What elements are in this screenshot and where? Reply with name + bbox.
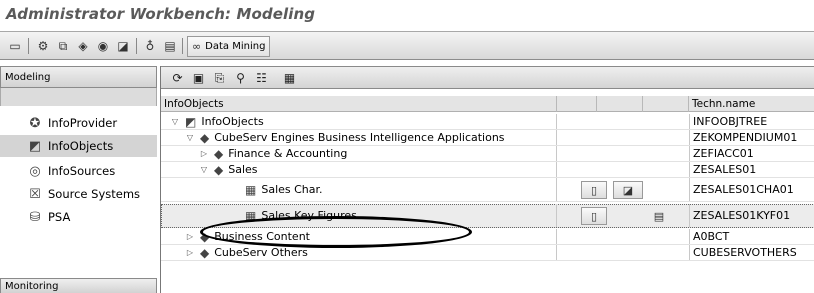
- tree-row[interactable]: ▷ ◆ Finance & Accounting ZEFIACC01: [161, 146, 814, 162]
- column-header-empty: [643, 96, 689, 112]
- left-navigation-panel: Modeling ✪ InfoProvider ◩ InfoObjects ◎ …: [0, 66, 157, 293]
- display-icon[interactable]: ▣: [190, 70, 207, 86]
- info-button[interactable]: ▯: [581, 181, 607, 199]
- expand-down-icon[interactable]: ▽: [169, 117, 181, 126]
- transport-icon[interactable]: ⚙: [34, 37, 52, 55]
- nav-item-label: InfoSources: [48, 164, 116, 178]
- info-button[interactable]: ▯: [581, 207, 607, 225]
- nav-item-psa[interactable]: ⛁ PSA: [0, 206, 157, 228]
- tree-toolbar: ⟳ ▣ ⎘ ⚲ ☷ ▦: [161, 66, 814, 89]
- row-label: InfoObjects: [201, 115, 264, 128]
- data-mining-label: Data Mining: [205, 41, 266, 52]
- nav-item-infosources[interactable]: ◎ InfoSources: [0, 160, 157, 182]
- nav-item-label: Source Systems: [48, 187, 141, 201]
- row-label: CubeServ Engines Business Intelligence A…: [214, 131, 505, 144]
- column-header-empty: [557, 96, 597, 112]
- grid-header: InfoObjects Techn.name: [161, 96, 814, 112]
- row-label: Sales: [228, 163, 258, 176]
- nav-item-infoobjects[interactable]: ◩ InfoObjects: [0, 135, 157, 157]
- modeling-header[interactable]: Modeling: [0, 66, 157, 88]
- column-header-infoobjects[interactable]: InfoObjects: [161, 96, 557, 112]
- expand-right-icon[interactable]: ▷: [184, 232, 196, 241]
- tree-row[interactable]: ▷ ◆ CubeServ Others CUBESERVOTHERS: [161, 245, 814, 261]
- row-techname: INFOOBJTREE: [689, 114, 814, 129]
- nav-item-infoprovider[interactable]: ✪ InfoProvider: [0, 112, 157, 134]
- infoobject-icon[interactable]: ◪: [114, 37, 132, 55]
- row-techname: A0BCT: [689, 229, 814, 244]
- nav-item-source-systems[interactable]: ☒ Source Systems: [0, 183, 157, 205]
- sort-icon[interactable]: ⎘: [211, 70, 228, 86]
- row-label: Sales Char.: [261, 183, 323, 196]
- keyfigure-icon[interactable]: ▤: [645, 207, 673, 225]
- row-techname: ZESALES01CHA01: [689, 178, 814, 201]
- catalog-icon: ◆: [214, 162, 224, 177]
- row-label: Finance & Accounting: [228, 147, 348, 160]
- infoprovider-icon: ✪: [29, 115, 41, 131]
- column-header-techname[interactable]: Techn.name: [689, 96, 814, 112]
- tree-row[interactable]: ▽ ◆ CubeServ Engines Business Intelligen…: [161, 130, 814, 146]
- tree-panel: ⟳ ▣ ⎘ ⚲ ☷ ▦ InfoObjects Techn.name ▽ ◩ I…: [160, 66, 814, 293]
- data-mining-icon: ∞: [192, 40, 202, 53]
- infoset-icon[interactable]: ⧉: [54, 37, 72, 55]
- nav-item-label: PSA: [48, 210, 71, 224]
- row-techname: ZESALES01KYF01: [689, 204, 814, 227]
- infosources-icon: ◎: [29, 163, 41, 179]
- left-subheader: [0, 88, 157, 106]
- row-label: CubeServ Others: [214, 246, 308, 259]
- catalog-icon: ◆: [200, 130, 210, 145]
- highlight-ellipse: [200, 216, 472, 248]
- expand-down-icon[interactable]: ▽: [184, 133, 196, 142]
- layout-icon[interactable]: ☷: [253, 70, 270, 86]
- infoobject-icon[interactable]: ◪: [613, 181, 643, 199]
- main-toolbar: ▭ ⚙ ⧉ ◈ ◉ ◪ ♁ ▤ ∞ Data Mining: [0, 31, 814, 60]
- nav-item-label: InfoProvider: [48, 116, 118, 130]
- row-techname: ZESALES01: [689, 162, 814, 177]
- toolbar-separator: [28, 38, 29, 54]
- infoobjects-icon: ◩: [28, 138, 42, 154]
- expand-down-icon[interactable]: ▽: [198, 165, 210, 174]
- monitoring-footer[interactable]: Monitoring: [0, 278, 157, 293]
- expand-right-icon[interactable]: ▷: [184, 248, 196, 257]
- title-bar: Administrator Workbench: Modeling: [0, 0, 814, 28]
- hierarchy-icon[interactable]: ♁: [141, 37, 159, 55]
- tree-row[interactable]: ▽ ◆ Sales ZESALES01: [161, 162, 814, 178]
- catalog-icon: ◆: [200, 245, 210, 260]
- column-header-empty: [597, 96, 643, 112]
- catalog-icon: ◆: [214, 146, 224, 161]
- data-mining-button[interactable]: ∞ Data Mining: [187, 36, 271, 57]
- refresh-icon[interactable]: ⟳: [169, 70, 186, 86]
- psa-icon: ⛁: [29, 209, 41, 225]
- tree-row[interactable]: ▦ Sales Char. ▯ ◪ ZESALES01CHA01: [161, 178, 814, 202]
- row-techname: ZEFIACC01: [689, 146, 814, 161]
- toolbar-separator: [136, 38, 137, 54]
- document-icon[interactable]: ▤: [161, 37, 179, 55]
- row-techname: ZEKOMPENDIUM01: [689, 130, 814, 145]
- row-techname: CUBESERVOTHERS: [689, 245, 814, 260]
- source-systems-icon: ☒: [29, 186, 41, 202]
- characteristic-catalog-icon: ▦: [245, 182, 257, 197]
- infoobjects-icon: ◩: [185, 114, 197, 129]
- settings-icon[interactable]: ▦: [281, 70, 298, 86]
- source-icon[interactable]: ◉: [94, 37, 112, 55]
- screen-icon[interactable]: ▭: [6, 37, 24, 55]
- find-icon[interactable]: ⚲: [232, 70, 249, 86]
- toolbar-separator: [182, 38, 183, 54]
- nav-item-label: InfoObjects: [48, 139, 114, 153]
- cube-icon[interactable]: ◈: [74, 37, 92, 55]
- window-title: Administrator Workbench: Modeling: [6, 5, 316, 23]
- tree-row[interactable]: ▽ ◩ InfoObjects INFOOBJTREE: [161, 114, 814, 130]
- expand-right-icon[interactable]: ▷: [198, 149, 210, 158]
